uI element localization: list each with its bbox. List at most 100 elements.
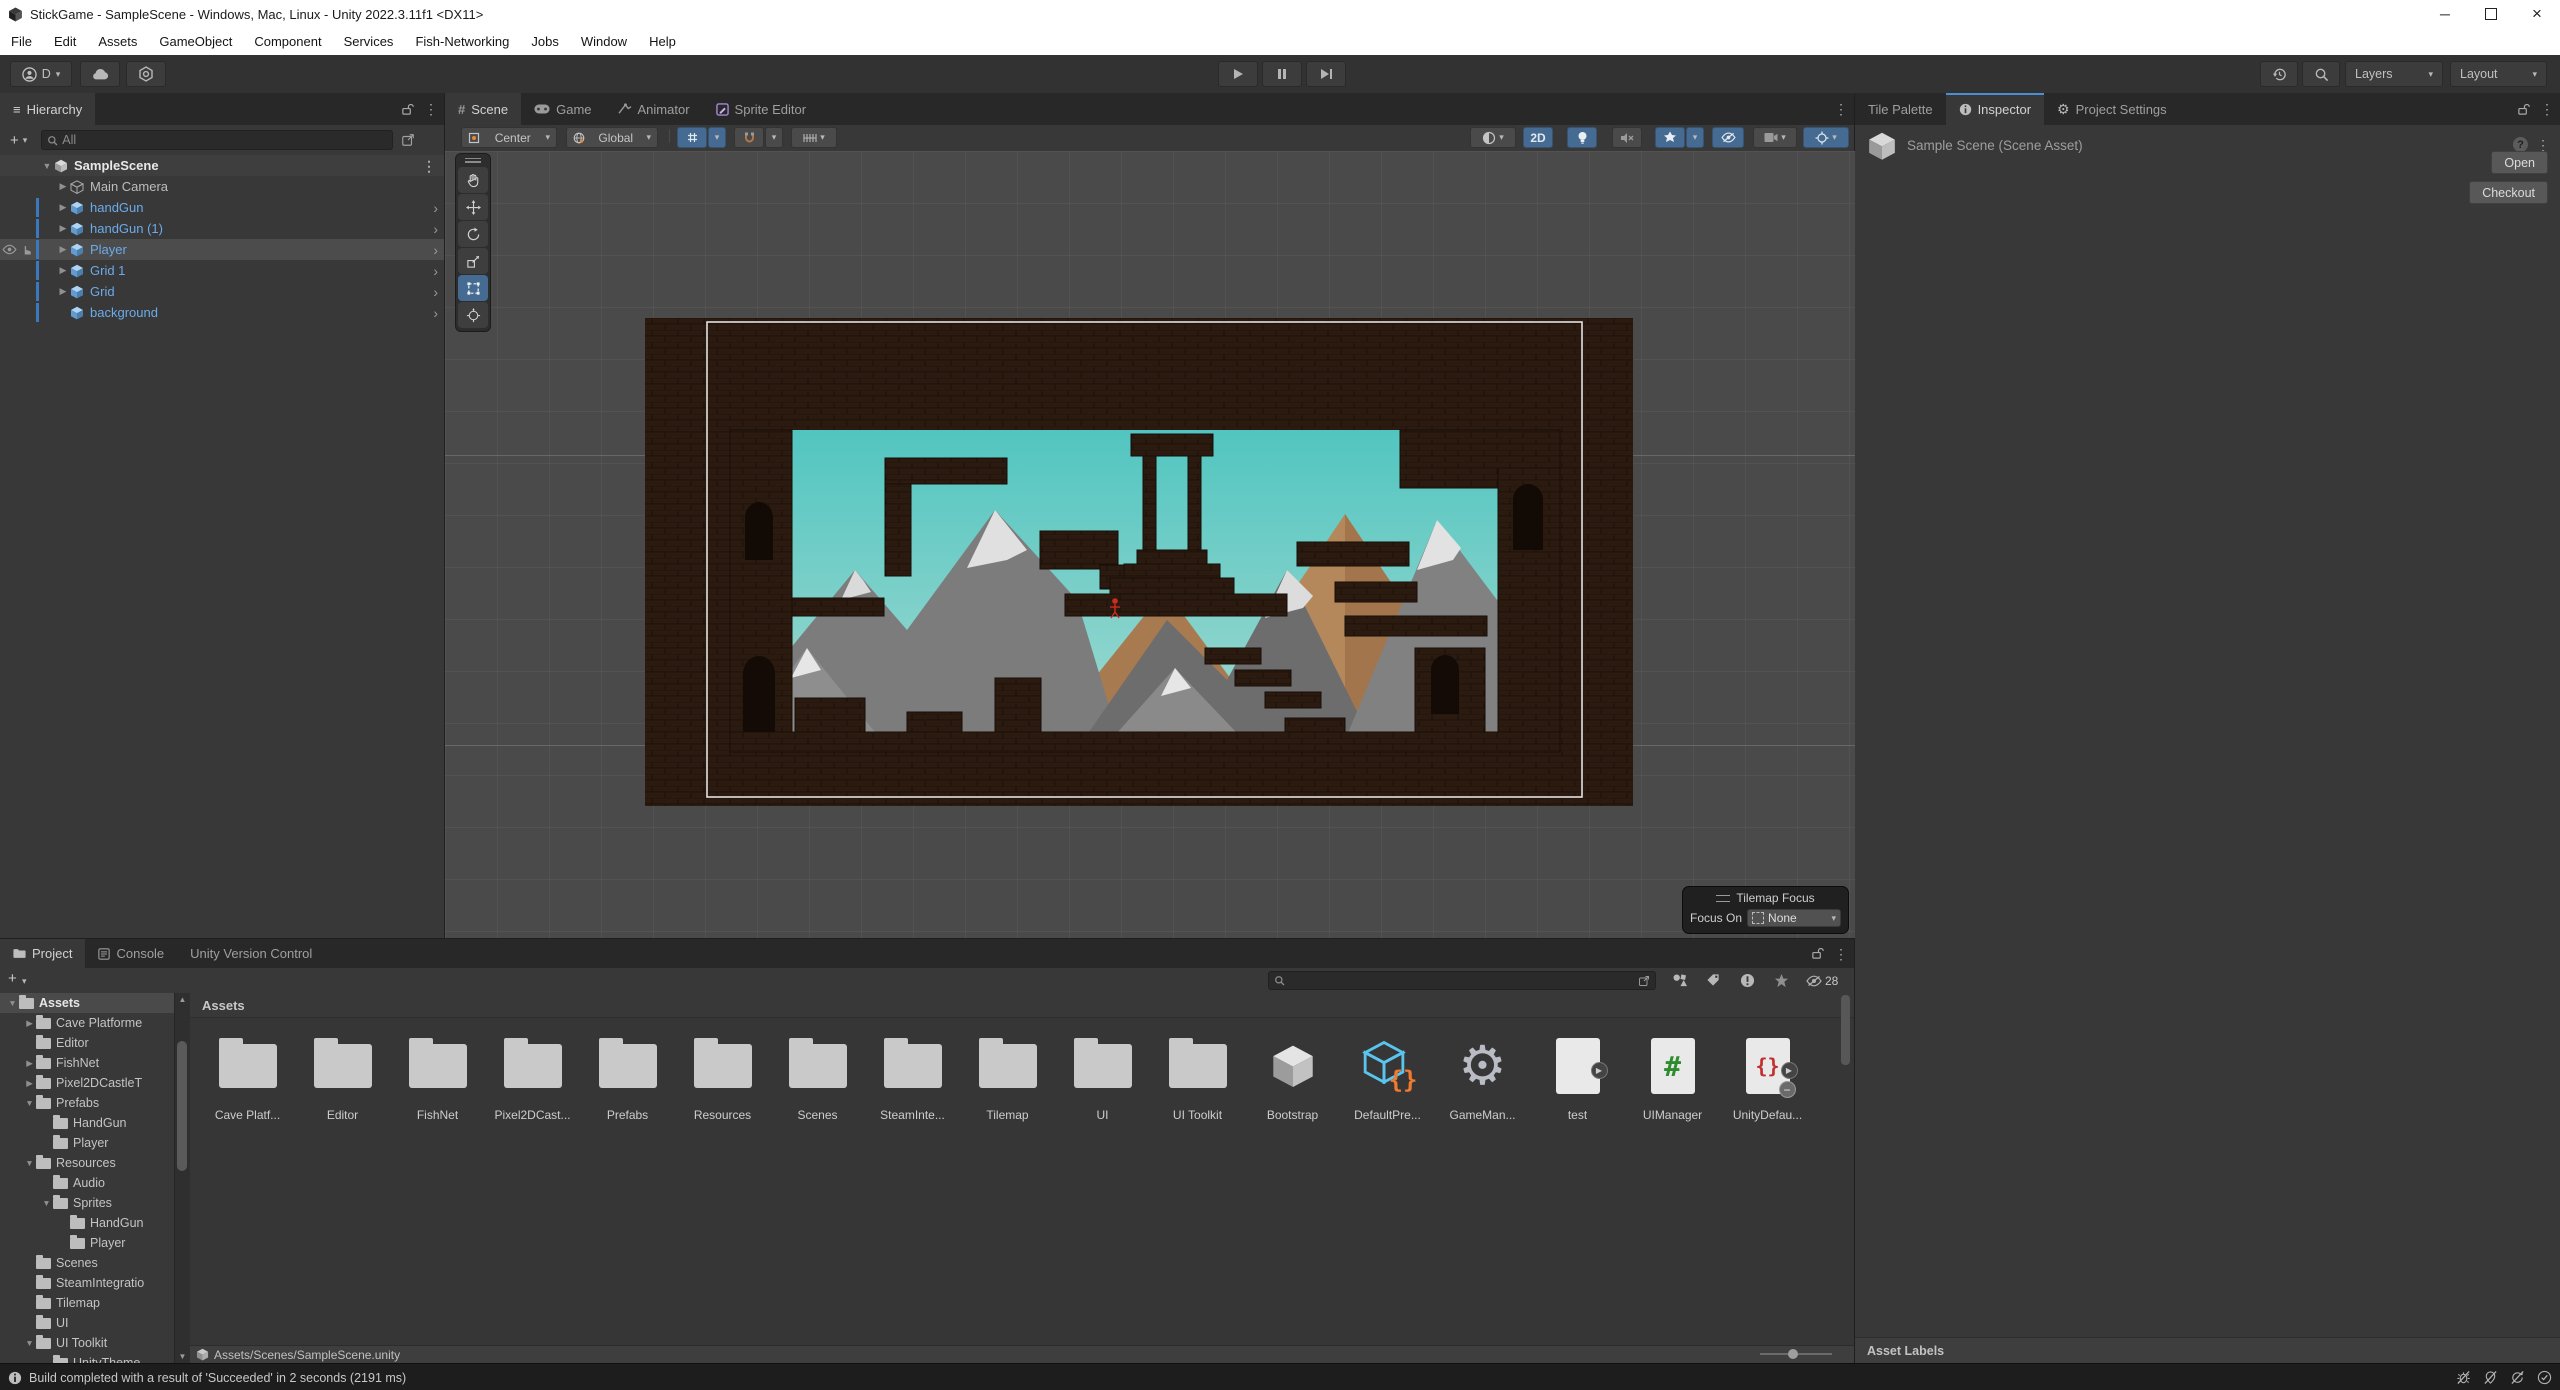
- maximize-button[interactable]: [2468, 0, 2514, 28]
- scale-tool-button[interactable]: [458, 248, 488, 274]
- asset-file-test[interactable]: ▶ test: [1530, 1030, 1625, 1122]
- tab-sprite-editor[interactable]: Sprite Editor: [703, 93, 820, 125]
- inspector-header-menu-icon[interactable]: ⋮: [2536, 138, 2550, 152]
- breadcrumb-path[interactable]: Assets/Scenes/SampleScene.unity: [214, 1348, 400, 1362]
- tree-item-handgun[interactable]: HandGun: [0, 1213, 174, 1233]
- menu-jobs[interactable]: Jobs: [520, 28, 569, 55]
- menu-window[interactable]: Window: [570, 28, 638, 55]
- expand-icon[interactable]: ▶: [56, 286, 70, 297]
- expand-icon[interactable]: ▼: [40, 1198, 53, 1208]
- tree-item-pixel2dcastlet[interactable]: ▶ Pixel2DCastleT: [0, 1073, 174, 1093]
- prefab-open-chevron[interactable]: ›: [433, 305, 438, 321]
- transform-tool-button[interactable]: [458, 302, 488, 328]
- pickability-icon[interactable]: [21, 244, 33, 256]
- tab-project[interactable]: Project: [0, 939, 85, 968]
- rotate-tool-button[interactable]: [458, 221, 488, 247]
- tab-tile-palette[interactable]: Tile Palette: [1855, 93, 1946, 125]
- tree-item-player[interactable]: Player: [0, 1133, 174, 1153]
- prefab-open-chevron[interactable]: ›: [433, 221, 438, 237]
- hierarchy-scene-root[interactable]: ▼ SampleScene ⋮: [0, 155, 444, 176]
- inspector-menu-icon[interactable]: ⋮: [2540, 102, 2554, 116]
- create-button[interactable]: +: [10, 132, 19, 149]
- scroll-up-icon[interactable]: ▲: [175, 993, 190, 1006]
- debugger-disabled-icon[interactable]: [2456, 1370, 2471, 1385]
- menu-help[interactable]: Help: [638, 28, 687, 55]
- project-search-input[interactable]: [1268, 971, 1656, 990]
- expand-icon[interactable]: ▶: [23, 1058, 36, 1069]
- asset-folder-tilemap[interactable]: Tilemap: [960, 1030, 1055, 1122]
- asset-file-unitydefau[interactable]: {} ▶ −UnityDefau...: [1720, 1030, 1815, 1122]
- expand-icon[interactable]: ▶: [56, 202, 70, 213]
- expand-icon[interactable]: ▶: [56, 265, 70, 276]
- expand-icon[interactable]: ▼: [6, 998, 19, 1008]
- status-message[interactable]: Build completed with a result of 'Succee…: [29, 1371, 406, 1385]
- hierarchy-search-input[interactable]: All: [41, 130, 393, 150]
- visibility-eye-icon[interactable]: [2, 244, 17, 255]
- search-button[interactable]: [2302, 61, 2340, 87]
- tab-animator[interactable]: Animator: [605, 93, 703, 125]
- tab-project-settings[interactable]: ⚙Project Settings: [2044, 93, 2180, 125]
- help-icon[interactable]: ?: [2513, 137, 2528, 152]
- pick-window-icon[interactable]: [401, 133, 415, 147]
- effects-toggle[interactable]: [1655, 127, 1685, 148]
- grid-snap-toggle[interactable]: [677, 127, 707, 148]
- tree-item-ui-toolkit[interactable]: ▼ UI Toolkit: [0, 1333, 174, 1353]
- tree-item-ui[interactable]: UI: [0, 1313, 174, 1333]
- hand-tool-button[interactable]: [458, 167, 488, 193]
- asset-folder-steaminte[interactable]: SteamInte...: [865, 1030, 960, 1122]
- layers-dropdown[interactable]: Layers▾: [2345, 61, 2443, 87]
- slider-knob[interactable]: [1788, 1349, 1798, 1359]
- lock-icon[interactable]: [401, 103, 414, 116]
- tree-item-fishnet[interactable]: ▶ FishNet: [0, 1053, 174, 1073]
- expand-icon[interactable]: ▶: [56, 244, 70, 255]
- asset-zoom-slider[interactable]: [1760, 1349, 1832, 1359]
- project-create-dropdown-icon[interactable]: ▾: [22, 976, 27, 987]
- expand-icon[interactable]: ▶: [56, 223, 70, 234]
- hierarchy-item-background[interactable]: background›: [0, 302, 444, 323]
- hierarchy-item-main-camera[interactable]: ▶Main Camera: [0, 176, 444, 197]
- expand-badge-icon[interactable]: ▶: [1591, 1062, 1608, 1079]
- asset-file-uimanager[interactable]: # UIManager: [1625, 1030, 1720, 1122]
- expand-icon[interactable]: ▶: [56, 181, 70, 192]
- scene-menu-icon[interactable]: ⋮: [422, 159, 436, 173]
- prefab-open-chevron[interactable]: ›: [433, 284, 438, 300]
- asset-folder-pixel2dcast[interactable]: Pixel2DCast...: [485, 1030, 580, 1122]
- pivot-mode-dropdown[interactable]: Center▾: [461, 127, 557, 148]
- lock-icon[interactable]: [1811, 947, 1824, 960]
- refresh-disabled-icon[interactable]: [2510, 1370, 2525, 1385]
- menu-file[interactable]: File: [0, 28, 43, 55]
- focus-on-dropdown[interactable]: None ▾: [1747, 909, 1841, 927]
- tab-unity-version-control[interactable]: Unity Version Control: [177, 939, 325, 968]
- menu-services[interactable]: Services: [333, 28, 405, 55]
- asset-labels-section[interactable]: Asset Labels: [1855, 1337, 2560, 1363]
- palette-drag-handle[interactable]: [456, 154, 490, 166]
- tab-inspector[interactable]: Inspector: [1946, 93, 2044, 125]
- audio-toggle[interactable]: [1612, 127, 1642, 148]
- expand-icon[interactable]: ▶: [23, 1018, 36, 1029]
- expand-icon[interactable]: ▼: [23, 1338, 36, 1348]
- errors-icon[interactable]: [1740, 973, 1755, 988]
- asset-folder-cave-platf[interactable]: Cave Platf...: [200, 1030, 295, 1122]
- snap-dropdown[interactable]: ▾: [765, 127, 783, 148]
- project-tree-scrollbar[interactable]: ▲ ▼: [174, 993, 190, 1363]
- hierarchy-item-handgun-1[interactable]: ▶handGun (1)›: [0, 218, 444, 239]
- favorites-star-icon[interactable]: [1774, 973, 1789, 988]
- project-menu-icon[interactable]: ⋮: [1834, 947, 1848, 961]
- tab-console[interactable]: Console: [85, 939, 177, 968]
- gizmos-dropdown[interactable]: ▾: [1803, 127, 1849, 148]
- snap-toggle[interactable]: [734, 127, 764, 148]
- tree-item-steamintegratio[interactable]: SteamIntegratio: [0, 1273, 174, 1293]
- asset-folder-prefabs[interactable]: Prefabs: [580, 1030, 675, 1122]
- lighting-toggle[interactable]: [1567, 127, 1597, 148]
- scene-viewport[interactable]: Tilemap Focus Focus On None ▾: [445, 151, 1855, 938]
- tree-item-sprites[interactable]: ▼ Sprites: [0, 1193, 174, 1213]
- asset-grid-scrollbar[interactable]: [1841, 995, 1852, 1195]
- menu-component[interactable]: Component: [243, 28, 332, 55]
- tree-item-assets[interactable]: ▼ Assets: [0, 993, 174, 1013]
- tree-item-resources[interactable]: ▼ Resources: [0, 1153, 174, 1173]
- effects-dropdown[interactable]: ▾: [1686, 127, 1704, 148]
- tree-item-prefabs[interactable]: ▼ Prefabs: [0, 1093, 174, 1113]
- hidden-assets-count[interactable]: 28: [1806, 974, 1838, 988]
- tab-scene[interactable]: #Scene: [445, 93, 521, 125]
- hierarchy-item-grid-1[interactable]: ▶Grid 1›: [0, 260, 444, 281]
